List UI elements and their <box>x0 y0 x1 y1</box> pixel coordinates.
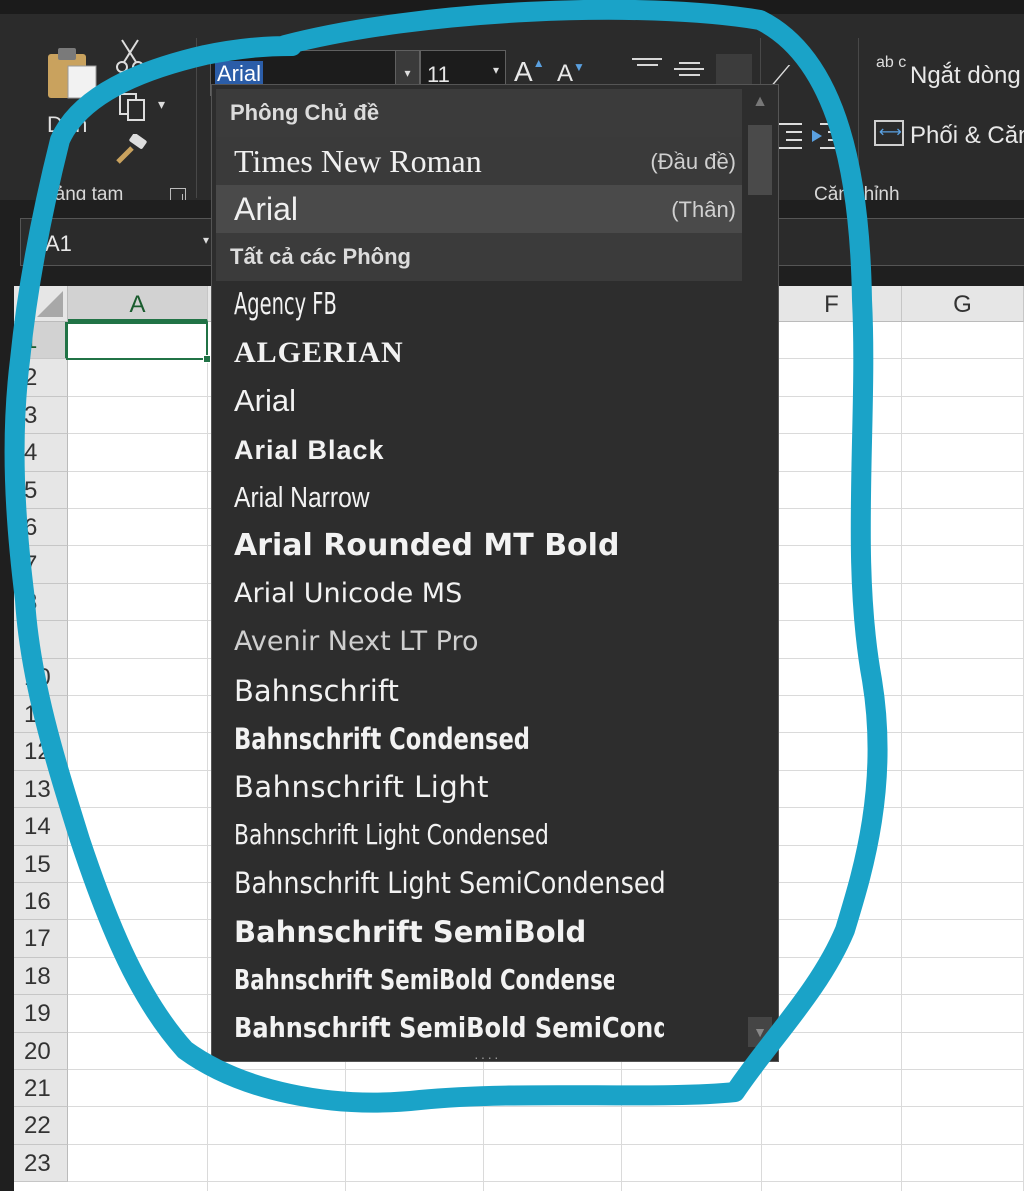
theme-font-name: Times New Roman <box>234 143 482 179</box>
row-header-21[interactable]: 21 <box>14 1070 68 1108</box>
row-header-23[interactable]: 23 <box>14 1144 68 1183</box>
all-fonts-header: Tất cả các Phông <box>216 233 742 281</box>
font-item[interactable]: ALGERIAN <box>234 329 734 377</box>
paste-button-label[interactable]: Dán <box>47 112 87 138</box>
row-header-16[interactable]: 16 <box>14 883 68 921</box>
font-item[interactable]: Bahnschrift <box>234 667 734 715</box>
group-separator <box>196 38 197 198</box>
theme-font-tag: (Đầu đề) <box>650 149 736 174</box>
font-item[interactable]: Bahnschrift SemiBold <box>234 908 734 956</box>
font-item[interactable]: Bahnschrift Condensed <box>234 715 624 763</box>
theme-font-name: Arial <box>234 191 299 227</box>
middle-align-icon[interactable] <box>674 62 704 84</box>
merge-center-button[interactable]: Phối & Căn <box>910 122 1024 150</box>
group-separator <box>858 38 859 198</box>
row-gridline <box>68 1106 1024 1108</box>
font-size-dropdown-icon[interactable]: ▾ <box>493 63 499 77</box>
row-header-15[interactable]: 15 <box>14 845 68 883</box>
column-gridline <box>901 322 902 1191</box>
font-item[interactable]: Bahnschrift SemiBold SemiConden <box>234 1004 664 1052</box>
top-align-icon[interactable] <box>632 58 662 80</box>
row-header-13[interactable]: 13 <box>14 770 68 809</box>
fill-handle[interactable] <box>203 355 211 363</box>
row-header-17[interactable]: 17 <box>14 920 68 958</box>
font-item[interactable]: Bahnschrift Light <box>234 763 734 811</box>
row-gridline <box>68 1143 1024 1145</box>
row-header-4[interactable]: 4 <box>14 434 68 472</box>
copy-icon[interactable] <box>118 92 148 122</box>
row-header-12[interactable]: 12 <box>14 733 68 771</box>
select-all-button[interactable] <box>14 286 68 322</box>
name-box-value[interactable]: A1 <box>45 231 72 257</box>
row-gridline <box>68 1181 1024 1183</box>
resize-grip-icon[interactable]: ···· <box>474 1049 501 1065</box>
row-header-7[interactable]: 7 <box>14 546 68 584</box>
name-box[interactable]: A1 ▾ <box>20 218 216 266</box>
merge-center-icon[interactable] <box>874 120 904 146</box>
row-header-18[interactable]: 18 <box>14 957 68 996</box>
scroll-up-icon[interactable]: ▲ <box>748 93 772 117</box>
scroll-down-icon[interactable]: ▼ <box>748 1017 772 1047</box>
row-header-1[interactable]: 1 <box>14 322 68 360</box>
row-header-22[interactable]: 22 <box>14 1107 68 1145</box>
dropdown-scrollbar[interactable]: ▲ ▼ <box>744 89 776 1055</box>
scroll-thumb[interactable] <box>748 125 772 195</box>
row-header-3[interactable]: 3 <box>14 396 68 435</box>
column-header-a[interactable]: A <box>68 286 208 322</box>
orientation-dropdown-icon[interactable]: ▾ <box>810 68 817 84</box>
row-gridline <box>68 1069 1024 1070</box>
font-item[interactable]: Bahnschrift Light Condensed <box>234 811 624 859</box>
row-header-14[interactable]: 14 <box>14 808 68 846</box>
theme-font-item-body[interactable]: Arial (Thân) <box>216 185 742 233</box>
paste-icon[interactable] <box>44 44 100 100</box>
font-item[interactable]: Arial Rounded MT Bold <box>234 522 734 570</box>
wrap-text-icon[interactable]: ab c <box>876 55 906 71</box>
row-header-10[interactable]: 10 <box>14 658 68 696</box>
font-item[interactable]: Arial <box>234 377 734 425</box>
format-painter-icon[interactable] <box>112 134 150 166</box>
theme-font-item-heading[interactable]: Times New Roman (Đầu đề) <box>216 137 742 185</box>
font-dropdown-list[interactable]: Phông Chủ đề Times New Roman (Đầu đề) Ar… <box>211 84 779 1065</box>
row-header-6[interactable]: 6 <box>14 509 68 547</box>
row-header-2[interactable]: 2 <box>14 359 68 397</box>
theme-fonts-header: Phông Chủ đề <box>216 89 742 137</box>
font-item[interactable]: Bahnschrift Light SemiCondensed <box>234 859 674 907</box>
indent-icons[interactable] <box>776 120 846 150</box>
column-gridline <box>207 322 208 1191</box>
row-header-11[interactable]: 11 <box>14 696 68 734</box>
font-item[interactable]: Arial Narrow <box>234 474 659 522</box>
font-item[interactable]: Avenir Next LT Pro <box>234 618 734 666</box>
row-header-9[interactable]: 9 <box>14 621 68 659</box>
row-header-20[interactable]: 20 <box>14 1032 68 1070</box>
cut-icon[interactable] <box>114 38 146 74</box>
copy-dropdown-icon[interactable]: ▾ <box>158 96 165 113</box>
row-header-8[interactable]: 8 <box>14 583 68 622</box>
font-item[interactable]: Arial Black <box>234 426 734 474</box>
column-header-f[interactable]: F <box>762 286 902 322</box>
theme-font-tag: (Thân) <box>671 197 736 222</box>
row-header-19[interactable]: 19 <box>14 995 68 1033</box>
font-item[interactable]: Agency FB <box>234 281 594 329</box>
column-header-g[interactable]: G <box>902 286 1024 322</box>
active-cell[interactable] <box>66 322 208 360</box>
name-box-dropdown-icon[interactable]: ▾ <box>203 233 209 247</box>
wrap-text-button[interactable]: Ngắt dòng <box>910 62 1021 90</box>
font-item[interactable]: Arial Unicode MS <box>234 570 734 618</box>
row-header-5[interactable]: 5 <box>14 471 68 509</box>
font-item[interactable]: Bahnschrift SemiBold Condensed <box>234 956 614 1004</box>
